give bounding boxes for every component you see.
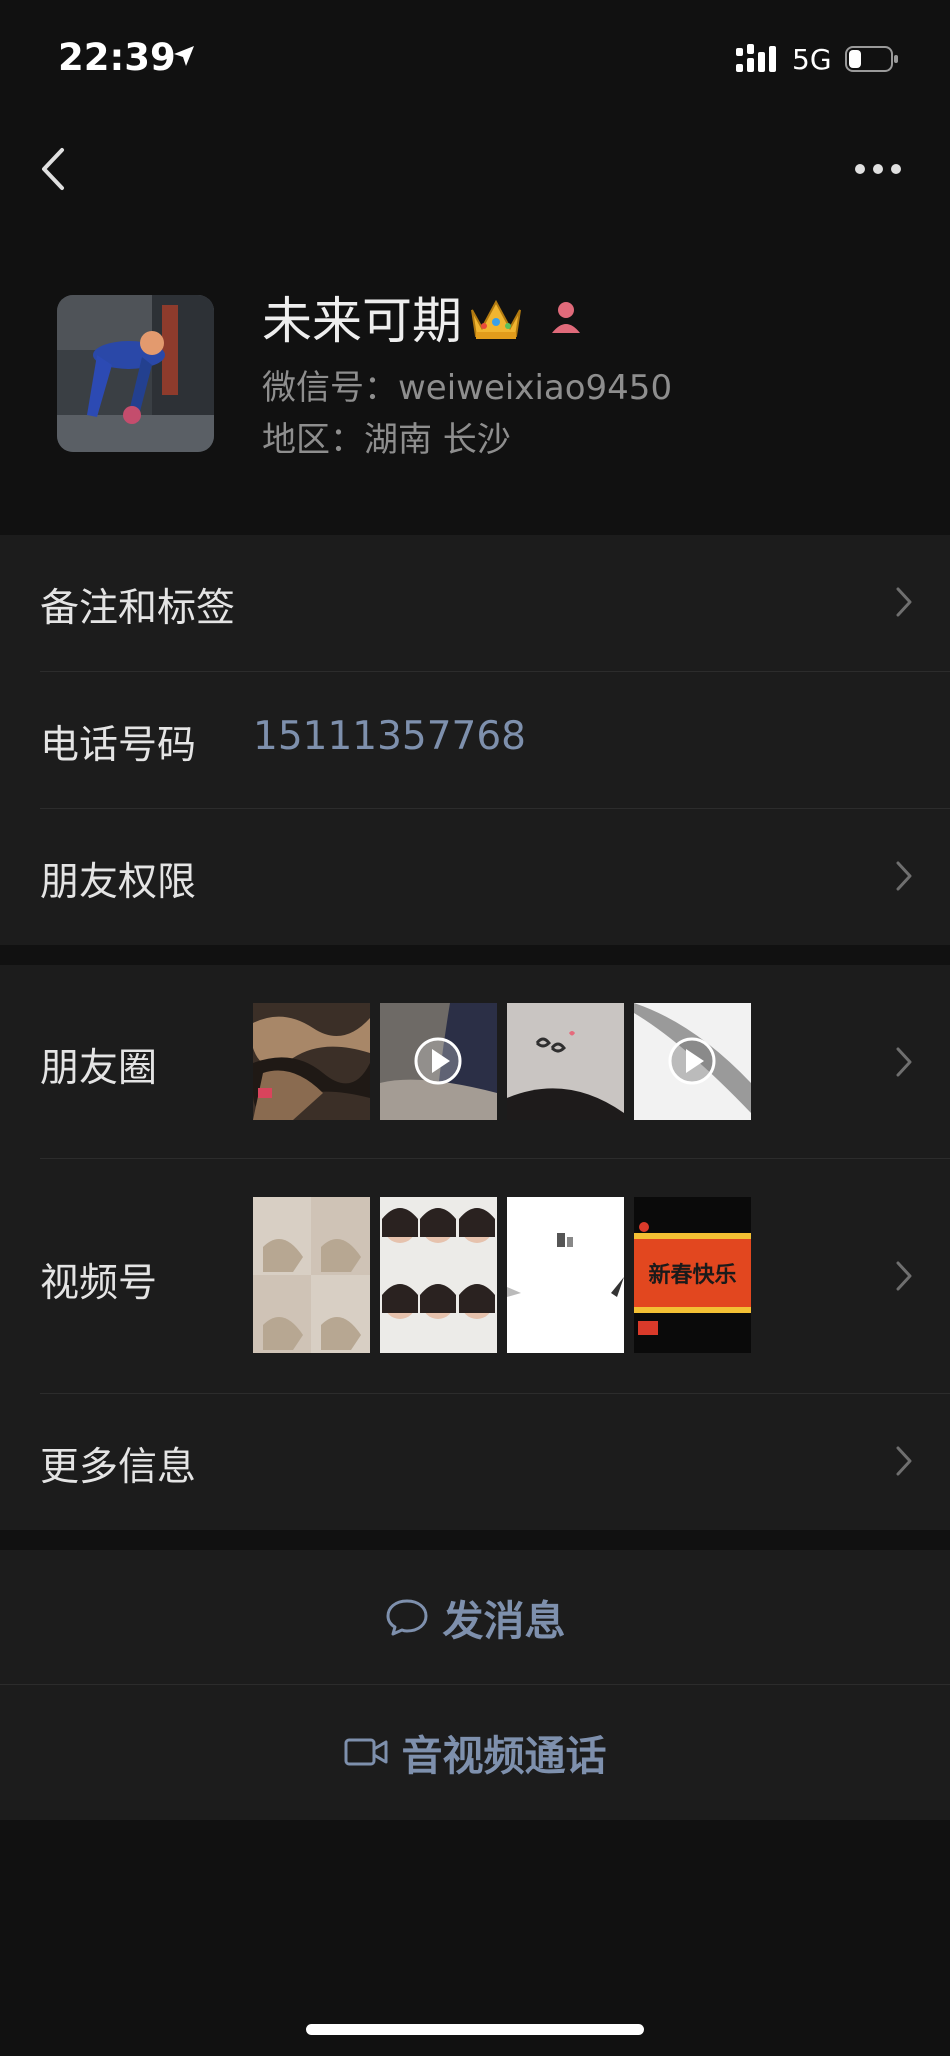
- send-message-label: 发消息: [442, 1597, 566, 1645]
- battery-icon: [845, 46, 898, 72]
- channels-thumbnail: [507, 1197, 624, 1353]
- send-message-button[interactable]: 发消息: [0, 1550, 950, 1684]
- profile-name: 未来可期: [262, 292, 462, 350]
- av-call-label: 音视频通话: [401, 1732, 607, 1780]
- chevron-right-icon: [896, 1047, 912, 1077]
- remarks-tags-row[interactable]: 备注和标签: [0, 535, 950, 671]
- actions-group: 发消息 音视频通话: [0, 1550, 950, 1820]
- media-group: 朋友圈 视频号 新春快乐 更多信息: [0, 965, 950, 1530]
- channels-thumbnail: [253, 1197, 370, 1353]
- status-bar: 22:39 5G: [0, 0, 950, 120]
- more-options-icon[interactable]: [854, 162, 902, 176]
- name-row: 未来可期: [262, 282, 586, 352]
- cellular-signal-icon: [736, 44, 776, 72]
- phone-row: 电话号码 15111357768: [0, 672, 950, 808]
- moments-thumbnail: [507, 1003, 624, 1120]
- info-group: 备注和标签 电话号码 15111357768 朋友权限: [0, 535, 950, 945]
- more-info-row[interactable]: 更多信息: [0, 1394, 950, 1530]
- chevron-right-icon: [896, 587, 912, 617]
- channels-thumbnail: [380, 1197, 497, 1353]
- phone-number-link[interactable]: 15111357768: [253, 714, 526, 759]
- friend-permissions-label: 朋友权限: [40, 860, 197, 905]
- friend-permissions-row[interactable]: 朋友权限: [0, 809, 950, 945]
- chevron-right-icon: [896, 861, 912, 891]
- female-icon: [552, 302, 580, 333]
- chevron-right-icon: [896, 1261, 912, 1291]
- remarks-tags-label: 备注和标签: [40, 586, 236, 631]
- chevron-right-icon: [896, 1446, 912, 1476]
- moments-label: 朋友圈: [40, 1046, 158, 1091]
- moments-video-thumbnail: [634, 1003, 751, 1120]
- wechat-id: 微信号：weiweixiao9450: [262, 368, 673, 408]
- phone-label: 电话号码: [40, 723, 197, 768]
- crown-icon: [471, 299, 521, 339]
- channels-label: 视频号: [40, 1261, 158, 1306]
- region: 地区：湖南 长沙: [262, 420, 511, 460]
- back-arrow-icon[interactable]: [36, 144, 72, 194]
- navigation-bar: [0, 120, 950, 230]
- avatar[interactable]: [57, 295, 214, 452]
- location-arrow-icon: [174, 46, 194, 66]
- network-type: 5G: [792, 43, 832, 76]
- more-info-label: 更多信息: [40, 1445, 197, 1490]
- chat-bubble-icon: [386, 1599, 427, 1636]
- moments-row[interactable]: 朋友圈: [0, 965, 950, 1158]
- status-time: 22:39: [58, 36, 176, 79]
- video-camera-icon: [344, 1738, 387, 1766]
- av-call-button[interactable]: 音视频通话: [0, 1685, 950, 1819]
- channels-row[interactable]: 视频号 新春快乐: [0, 1159, 950, 1393]
- moments-video-thumbnail: [380, 1003, 497, 1120]
- moments-thumbnail: [253, 1003, 370, 1120]
- channel-thumb-caption: 新春快乐: [648, 1262, 737, 1288]
- home-indicator: [306, 2024, 644, 2035]
- profile-header: 未来可期 微信号：weiweixiao9450 地区：湖南 长沙: [0, 260, 950, 530]
- channels-thumbnail: 新春快乐: [634, 1197, 751, 1353]
